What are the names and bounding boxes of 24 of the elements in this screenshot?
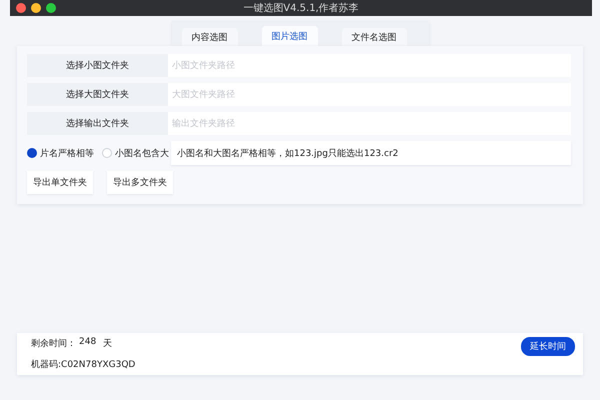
tab[interactable]: 内容选图 [182,28,238,46]
remaining-unit: 天 [103,338,112,350]
tab[interactable]: 文件名选图 [342,28,406,46]
radio-option[interactable]: 片名严格相等 [27,146,94,160]
extend-button[interactable]: 延长时间 [521,337,575,356]
close-icon[interactable] [16,3,26,13]
remaining-label: 剩余时间： [31,338,76,350]
export-button[interactable]: 导出多文件夹 [107,171,173,194]
hint-text: 小图名和大图名严格相等，如123.jpg只能选出123.cr2 [171,141,571,165]
radio-icon[interactable] [27,148,37,158]
export-button[interactable]: 导出单文件夹 [27,171,93,194]
select-folder-button[interactable]: 选择小图文件夹 [27,54,168,77]
path-field[interactable]: 小图文件夹路径 [168,54,571,77]
select-folder-button[interactable]: 选择输出文件夹 [27,112,168,135]
machine-code: 机器码:C02N78YXG3QD [31,358,136,372]
zoom-icon[interactable] [46,3,56,13]
radio-option[interactable]: 小图名包含大 [102,146,169,160]
select-folder-button[interactable]: 选择大图文件夹 [27,83,168,106]
minimize-icon[interactable] [31,3,41,13]
window-title: 一键选图V4.5.1,作者苏李 [243,2,359,15]
tab[interactable]: 图片选图 [262,26,318,46]
path-field[interactable]: 大图文件夹路径 [168,83,571,106]
path-field[interactable]: 输出文件夹路径 [168,112,571,135]
remaining-value: 248 [79,337,96,349]
